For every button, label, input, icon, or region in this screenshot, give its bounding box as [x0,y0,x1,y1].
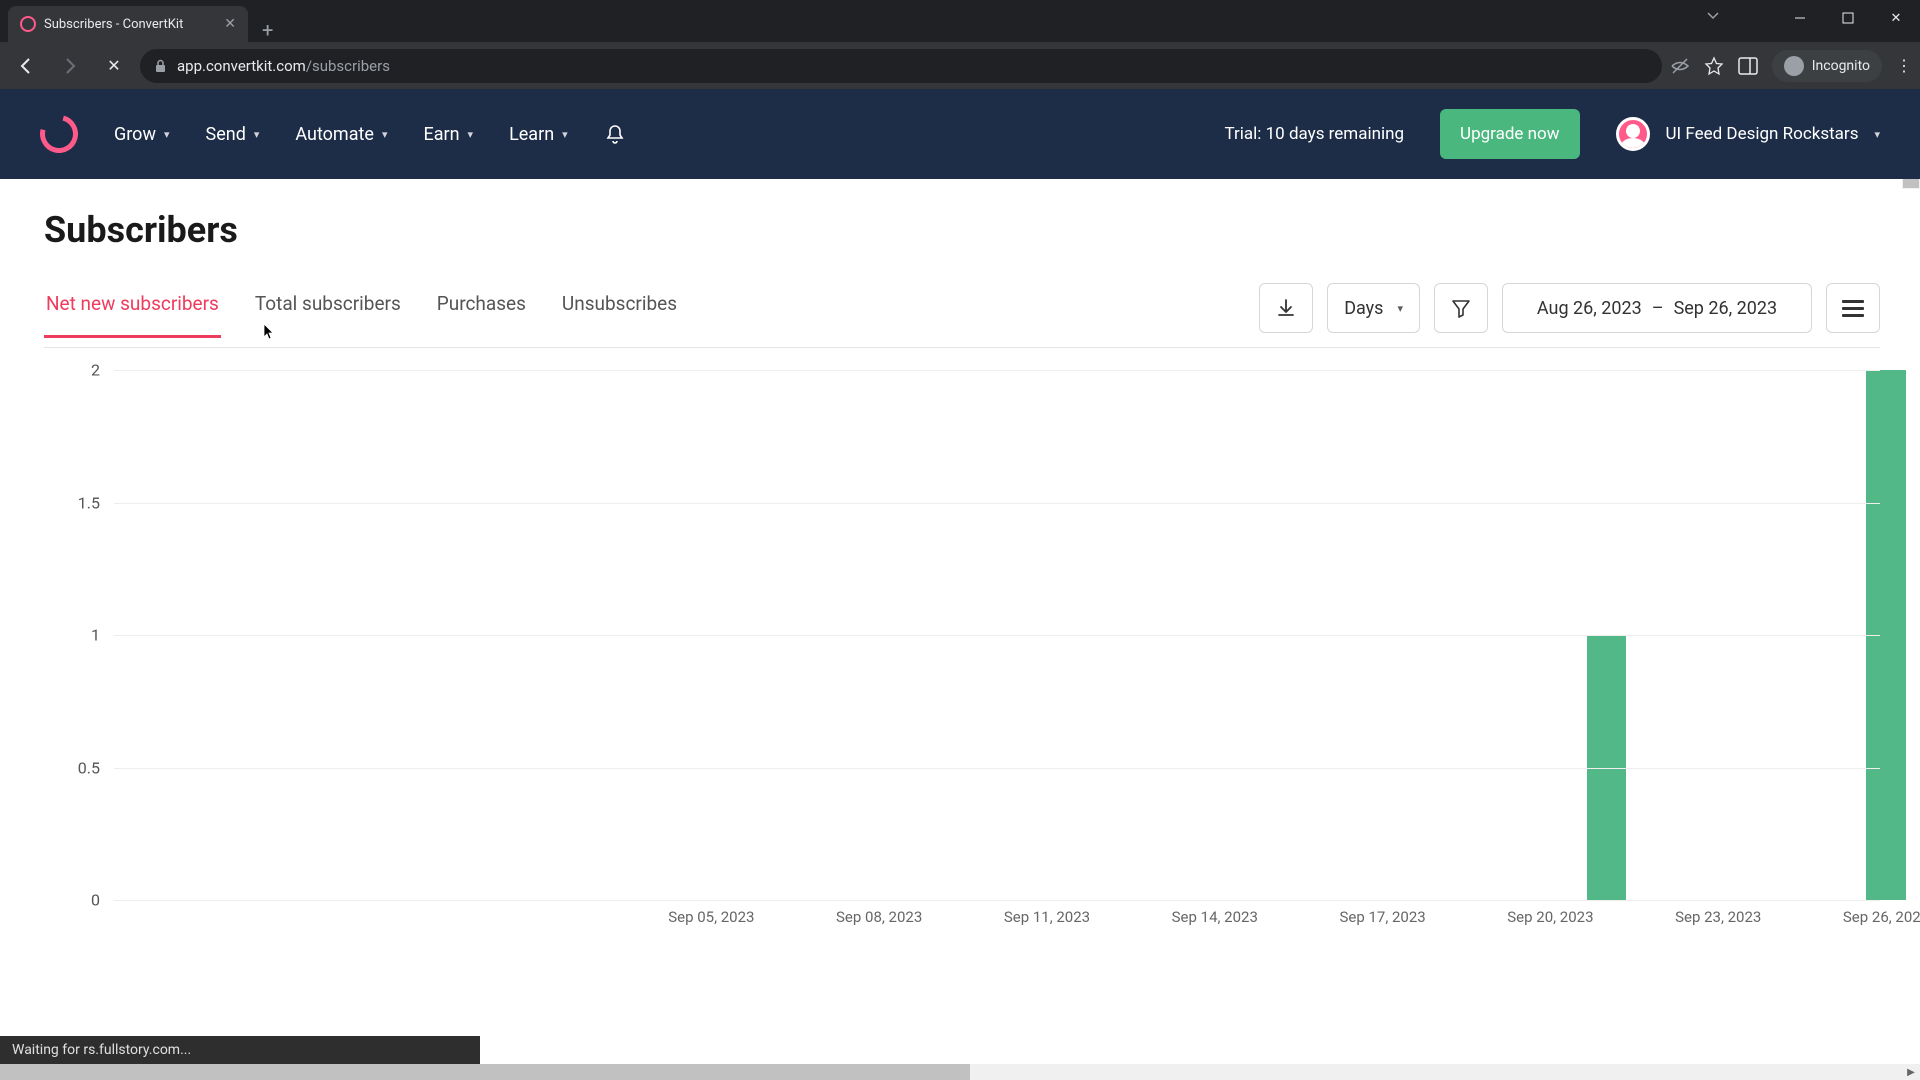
maximize-icon[interactable] [1824,0,1872,36]
trial-status: Trial: 10 days remaining [1224,123,1404,145]
granularity-select[interactable]: Days ▾ [1327,283,1420,333]
x-tick-label: Sep 20, 2023 [1507,908,1593,926]
tab-bar: Subscribers - ConvertKit ✕ + ✕ [0,0,1920,42]
tab-total[interactable]: Total subscribers [253,292,403,338]
page-title: Subscribers [44,209,1880,251]
lock-icon [154,59,167,73]
incognito-label: Incognito [1812,58,1870,74]
nav-send[interactable]: Send▾ [206,124,260,145]
chevron-down-icon: ▾ [562,128,568,141]
x-tick-label: Sep 14, 2023 [1172,908,1258,926]
url-field[interactable]: app.convertkit.com/subscribers [140,49,1662,83]
toolbar: Net new subscribers Total subscribers Pu… [44,283,1880,348]
filter-button[interactable] [1434,283,1488,333]
x-tick-label: Sep 05, 2023 [668,908,754,926]
incognito-badge[interactable]: Incognito [1772,50,1882,82]
x-tick-label: Sep 08, 2023 [836,908,922,926]
x-tick-label: Sep 26, 2023 [1843,908,1920,926]
page-body: Subscribers Net new subscribers Total su… [0,179,1920,930]
y-axis: 00.511.52 [44,370,114,900]
app-nav: Grow▾ Send▾ Automate▾ Earn▾ Learn▾ Trial… [0,89,1920,179]
browser-tab[interactable]: Subscribers - ConvertKit ✕ [8,6,248,42]
x-tick-label: Sep 17, 2023 [1339,908,1425,926]
window-close-icon[interactable]: ✕ [1872,0,1920,36]
x-axis: Sep 05, 2023 Sep 08, 2023 Sep 11, 2023 Sep … [124,908,1880,930]
bookmark-star-icon[interactable] [1704,56,1724,76]
upgrade-button[interactable]: Upgrade now [1440,109,1579,159]
chevron-down-icon: ▾ [164,128,170,141]
browser-chrome: Subscribers - ConvertKit ✕ + ✕ ✕ [0,0,1920,89]
nav-learn[interactable]: Learn▾ [509,124,568,145]
incognito-icon [1784,56,1804,76]
chevron-down-icon: ▾ [382,128,388,141]
chevron-down-icon: ▾ [254,128,260,141]
window-controls: ✕ [1776,0,1920,36]
chevron-down-icon: ▾ [1397,302,1403,315]
y-tick-label: 2 [91,361,100,380]
forward-button[interactable] [52,48,88,84]
chevron-down-icon: ▾ [468,128,474,141]
chevron-down-icon: ▾ [1874,128,1880,141]
download-button[interactable] [1259,283,1313,333]
tab-search-icon[interactable] [1706,8,1720,22]
y-tick-label: 0.5 [78,758,100,777]
minimize-icon[interactable] [1776,0,1824,36]
eye-off-icon[interactable] [1670,56,1690,76]
toolbar-controls: Days ▾ Aug 26, 2023 – Sep 26, 2023 [1259,283,1880,347]
chart: 00.511.52 Sep 05, 2023Sep 08, 2023Sep 11… [44,370,1880,930]
y-tick-label: 1 [91,626,100,645]
stop-reload-button[interactable]: ✕ [96,48,132,84]
nav-grow[interactable]: Grow▾ [114,124,170,145]
tab-purchases[interactable]: Purchases [435,292,528,338]
date-end: Sep 26, 2023 [1674,298,1778,319]
filter-icon [1450,297,1472,319]
view-options-button[interactable] [1826,283,1880,333]
scroll-right-icon[interactable]: ▶ [1902,1064,1920,1080]
back-button[interactable] [8,48,44,84]
favicon-icon [20,16,36,32]
download-icon [1275,297,1297,319]
tab-unsubscribes[interactable]: Unsubscribes [560,292,679,338]
new-tab-button[interactable]: + [248,18,287,42]
account-menu[interactable]: UI Feed Design Rockstars ▾ [1616,117,1880,151]
account-name: UI Feed Design Rockstars [1666,123,1859,145]
y-tick-label: 0 [91,891,100,910]
nav-earn[interactable]: Earn▾ [423,124,473,145]
nav-automate[interactable]: Automate▾ [295,124,387,145]
close-tab-icon[interactable]: ✕ [224,16,236,32]
x-tick-label: Sep 23, 2023 [1675,908,1761,926]
address-bar: ✕ app.convertkit.com/subscribers Incogni… [0,42,1920,89]
x-tick-label: Sep 11, 2023 [1004,908,1090,926]
date-range-picker[interactable]: Aug 26, 2023 – Sep 26, 2023 [1502,283,1812,333]
avatar-icon [1616,117,1650,151]
side-panel-icon[interactable] [1738,57,1758,75]
bell-icon[interactable] [604,123,626,145]
kebab-menu-icon[interactable]: ⋮ [1896,56,1912,75]
list-icon [1842,300,1864,317]
status-bar: Waiting for rs.fullstory.com... [0,1036,480,1064]
y-tick-label: 1.5 [78,493,100,512]
url-text: app.convertkit.com/subscribers [177,57,390,75]
horizontal-scrollbar[interactable] [0,1064,1902,1080]
tabs: Net new subscribers Total subscribers Pu… [44,292,679,338]
logo-icon[interactable] [33,108,85,160]
tab-title: Subscribers - ConvertKit [44,17,216,32]
tab-net-new[interactable]: Net new subscribers [44,292,221,338]
date-start: Aug 26, 2023 [1537,298,1642,319]
